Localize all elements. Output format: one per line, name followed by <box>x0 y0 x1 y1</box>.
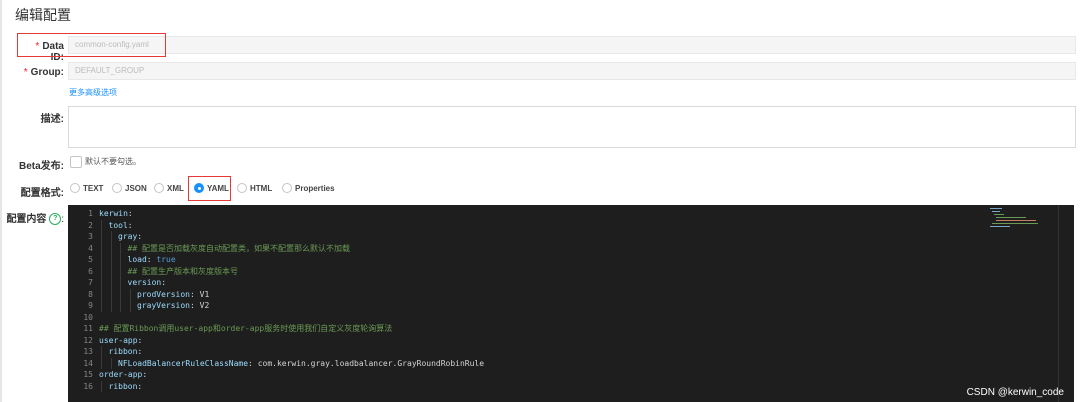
content-label: 配置内容 ?: <box>6 213 64 226</box>
code-text: version: <box>127 278 167 287</box>
line-number: 14 <box>83 358 93 368</box>
line-number: 8 <box>88 289 93 299</box>
page-title: 编辑配置 <box>15 7 71 23</box>
format-radio-xml[interactable]: XML <box>154 183 184 193</box>
data-id-input[interactable]: common-config.yaml <box>68 36 1076 54</box>
code-text: ribbon: <box>108 381 143 391</box>
description-label: 描述: <box>40 114 64 125</box>
radio-dot <box>112 183 122 193</box>
line-number: 16 <box>83 381 93 391</box>
line-number: 12 <box>83 335 93 345</box>
line-number: 1 <box>88 209 93 218</box>
required-mark: * <box>23 67 28 78</box>
code-text: gray: <box>118 232 143 241</box>
code-text: ## 配置Ribbon调用user-app和order-app服务时使用我们自定… <box>99 324 393 333</box>
radio-label: Properties <box>295 183 335 193</box>
code-text: order-app: <box>99 370 148 379</box>
line-number: 15 <box>83 370 93 379</box>
code-editor[interactable]: CSDN @kerwin_code 1 kerwin: 2 tool: 3 gray: 4 #… <box>68 205 1074 402</box>
code-line[interactable]: 12 user-app: <box>68 335 1053 347</box>
description-textarea[interactable] <box>68 106 1076 148</box>
beta-checkbox[interactable] <box>70 156 82 168</box>
format-radio-text[interactable]: TEXT <box>70 183 103 193</box>
code-line[interactable]: 11 ## 配置Ribbon调用user-app和order-app服务时使用我们… <box>68 323 1053 335</box>
radio-label: XML <box>167 183 184 193</box>
code-line[interactable]: 4 ## 配置是否加载灰度自动配置类，如果不配置那么默认不加载 <box>68 242 1053 254</box>
format-label: 配置格式: <box>20 188 64 199</box>
line-number: 11 <box>83 324 93 333</box>
group-input[interactable]: DEFAULT_GROUP <box>68 62 1076 80</box>
line-number: 3 <box>88 232 93 241</box>
code-text: ribbon: <box>108 347 143 356</box>
code-line[interactable]: 10 <box>68 312 1053 324</box>
radio-label: JSON <box>125 183 147 193</box>
line-number: 13 <box>83 347 93 356</box>
line-number: 2 <box>88 220 93 230</box>
beta-label: Beta发布: <box>18 161 64 172</box>
code-text: ## 配置生产版本和灰度版本号 <box>127 266 238 276</box>
code-line[interactable]: 7 version: <box>68 277 1053 289</box>
question-circle-icon[interactable]: ? <box>49 213 62 226</box>
format-radio-html[interactable]: HTML <box>237 183 272 193</box>
radio-dot <box>154 183 164 193</box>
group-label-text: Group: <box>30 67 64 78</box>
format-radio-json[interactable]: JSON <box>112 183 147 193</box>
group-label: * Group: <box>20 67 64 78</box>
radio-dot <box>70 183 80 193</box>
code-line[interactable]: 3 gray: <box>68 231 1053 243</box>
code-line[interactable]: 15 order-app: <box>68 369 1053 381</box>
line-number: 7 <box>88 278 93 287</box>
radio-dot <box>237 183 247 193</box>
left-border <box>0 0 2 402</box>
line-number: 5 <box>88 255 93 264</box>
beta-checkbox-label: 默认不要勾选。 <box>85 157 141 166</box>
content-label-text: 配置内容 <box>6 214 47 225</box>
code-text: kerwin: <box>99 209 133 218</box>
code-line[interactable]: 2 tool: <box>68 219 1053 231</box>
radio-label: HTML <box>250 183 273 193</box>
code-text: prodVersion: V1 <box>137 289 210 299</box>
editor-scrollbar[interactable] <box>1058 205 1059 402</box>
format-radio-properties[interactable]: Properties <box>282 183 335 193</box>
code-text: NFLoadBalancerRuleClassName: com.kerwin.… <box>118 358 485 368</box>
advanced-options-link[interactable]: 更多高级选项 <box>69 87 117 98</box>
code-text: grayVersion: V2 <box>137 301 210 310</box>
radio-label: TEXT <box>83 183 104 193</box>
code-text: tool: <box>108 220 133 230</box>
code-text: load: true <box>127 255 176 264</box>
code-line[interactable]: 9 grayVersion: V2 <box>68 300 1053 312</box>
line-number: 9 <box>88 301 93 310</box>
highlight-box-yaml <box>188 176 231 201</box>
line-number: 10 <box>83 312 93 322</box>
code-line[interactable]: 5 load: true <box>68 254 1053 266</box>
code-line[interactable]: 14 NFLoadBalancerRuleClassName: com.kerwi… <box>68 357 1053 369</box>
line-number: 4 <box>88 243 93 253</box>
code-line[interactable]: 1 kerwin: <box>68 208 1053 220</box>
code-line[interactable]: 8 prodVersion: V1 <box>68 288 1053 300</box>
code-text: user-app: <box>99 335 143 345</box>
code-line[interactable]: 6 ## 配置生产版本和灰度版本号 <box>68 265 1053 277</box>
code-line[interactable]: 16 ribbon: <box>68 380 1053 392</box>
highlight-box-data-id <box>17 33 166 57</box>
code-line[interactable]: 13 ribbon: <box>68 346 1053 358</box>
radio-dot <box>282 183 292 193</box>
code-text: ## 配置是否加载灰度自动配置类，如果不配置那么默认不加载 <box>127 243 350 253</box>
line-number: 6 <box>88 266 93 276</box>
